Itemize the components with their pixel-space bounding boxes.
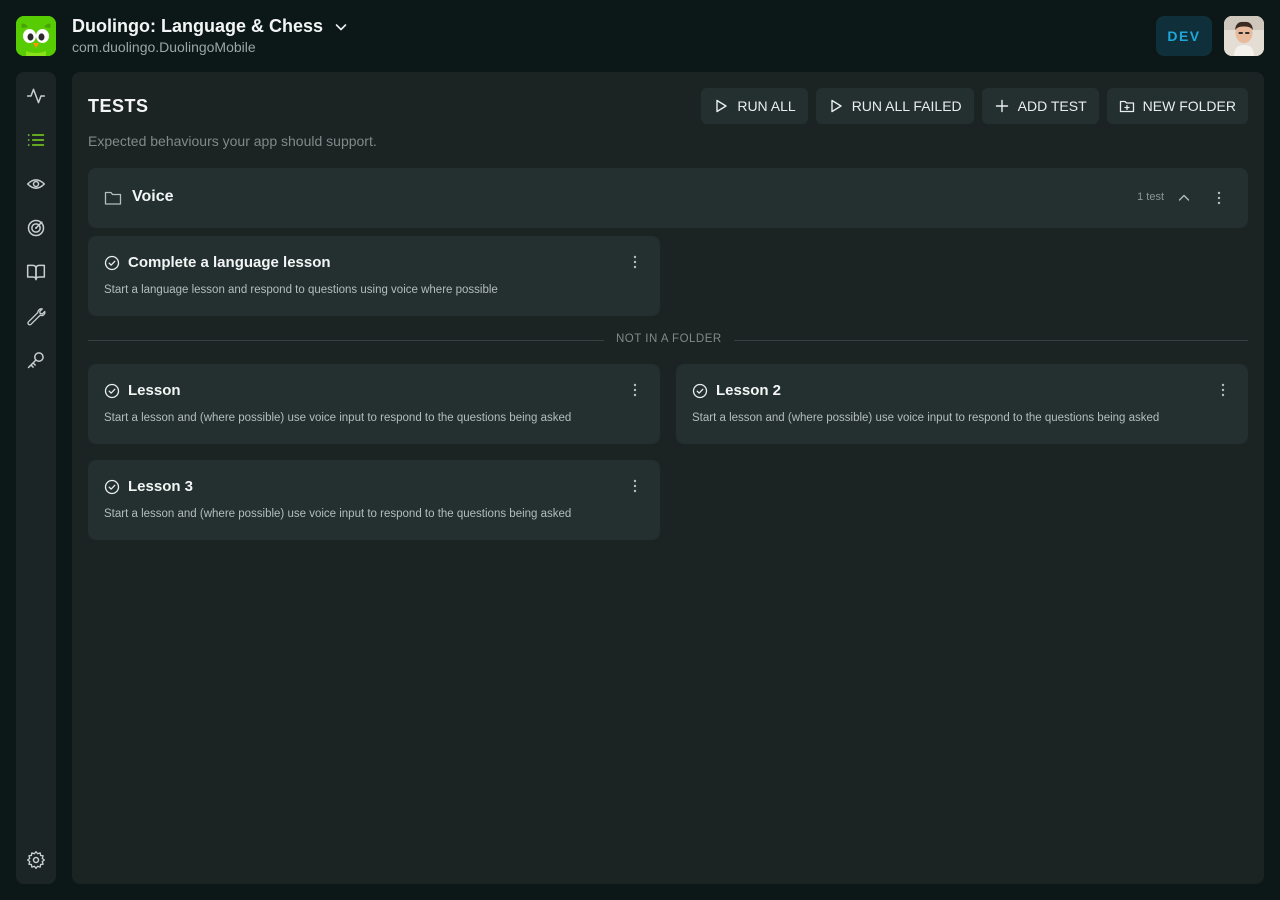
app-title: Duolingo: Language & Chess [72, 16, 324, 36]
sidebar-item-docs[interactable] [24, 260, 48, 284]
activity-icon [26, 88, 46, 104]
test-title: Complete a language lesson [128, 254, 331, 271]
unfiled-section-label: NOT IN A FOLDER [604, 333, 734, 345]
toolbar: RUN ALL RUN ALL FAILED ADD TEST NEW FOLD… [701, 88, 1248, 124]
play-icon [830, 99, 842, 113]
check-circle-icon [104, 383, 120, 399]
more-vertical-icon[interactable] [1210, 189, 1228, 207]
test-card[interactable]: Lesson 2 Start a lesson and (where possi… [676, 364, 1248, 444]
test-title: Lesson [128, 382, 181, 399]
environment-badge[interactable]: DEV [1156, 16, 1212, 56]
run-all-failed-button[interactable]: RUN ALL FAILED [815, 88, 974, 124]
folder-row-voice[interactable]: Voice 1 test [88, 168, 1248, 228]
run-all-label: RUN ALL [737, 98, 796, 114]
sidebar [16, 72, 56, 884]
folder-plus-icon [1119, 100, 1134, 113]
app-switcher[interactable]: Duolingo: Language & Chess [72, 16, 349, 37]
chevron-up-icon[interactable] [1176, 190, 1192, 206]
chevron-down-icon [335, 23, 347, 30]
sidebar-item-observe[interactable] [24, 172, 48, 196]
play-icon [716, 99, 728, 113]
more-vertical-icon[interactable] [626, 381, 644, 399]
check-circle-icon [692, 383, 708, 399]
plus-icon [995, 99, 1008, 113]
test-description: Start a lesson and (where possible) use … [104, 508, 572, 520]
bundle-id: com.duolingo.DuolingoMobile [72, 39, 256, 55]
test-title: Lesson 2 [716, 382, 782, 399]
new-folder-label: NEW FOLDER [1142, 98, 1236, 114]
test-title: Lesson 3 [128, 478, 194, 495]
test-description: Start a lesson and (where possible) use … [104, 412, 572, 424]
test-card[interactable]: Complete a language lesson Start a langu… [88, 236, 660, 316]
more-vertical-icon[interactable] [626, 253, 644, 271]
check-circle-icon [104, 479, 120, 495]
avatar[interactable] [1224, 16, 1264, 56]
run-all-button[interactable]: RUN ALL [701, 88, 808, 124]
new-folder-button[interactable]: NEW FOLDER [1106, 88, 1248, 124]
settings-icon [27, 851, 45, 869]
sidebar-item-activity[interactable] [24, 84, 48, 108]
sidebar-item-tools[interactable] [24, 304, 48, 328]
test-description: Start a language lesson and respond to q… [104, 284, 498, 296]
page-subtitle: Expected behaviours your app should supp… [88, 133, 377, 149]
add-test-label: ADD TEST [1017, 98, 1087, 114]
folder-name: Voice [132, 188, 174, 205]
folder-test-count: 1 test [1137, 191, 1164, 203]
test-description: Start a lesson and (where possible) use … [692, 412, 1160, 424]
list-icon [27, 134, 45, 146]
test-card[interactable]: Lesson 3 Start a lesson and (where possi… [88, 460, 660, 540]
folder-icon [104, 191, 122, 205]
sidebar-item-settings[interactable] [24, 848, 48, 872]
app-logo [16, 16, 56, 56]
check-circle-icon [104, 255, 120, 271]
add-test-button[interactable]: ADD TEST [981, 88, 1099, 124]
key-icon [27, 352, 44, 369]
target-icon [27, 219, 45, 237]
sidebar-item-keys[interactable] [24, 348, 48, 372]
more-vertical-icon[interactable] [626, 477, 644, 495]
book-icon [26, 264, 46, 281]
test-card[interactable]: Lesson Start a lesson and (where possibl… [88, 364, 660, 444]
tests-panel: TESTS Expected behaviours your app shoul… [72, 72, 1264, 884]
page-title: TESTS [88, 96, 149, 116]
sidebar-item-tests[interactable] [24, 128, 48, 152]
wrench-icon [27, 308, 46, 326]
sidebar-item-target[interactable] [24, 216, 48, 240]
eye-icon [26, 179, 46, 189]
more-vertical-icon[interactable] [1214, 381, 1232, 399]
run-all-failed-label: RUN ALL FAILED [851, 98, 962, 114]
